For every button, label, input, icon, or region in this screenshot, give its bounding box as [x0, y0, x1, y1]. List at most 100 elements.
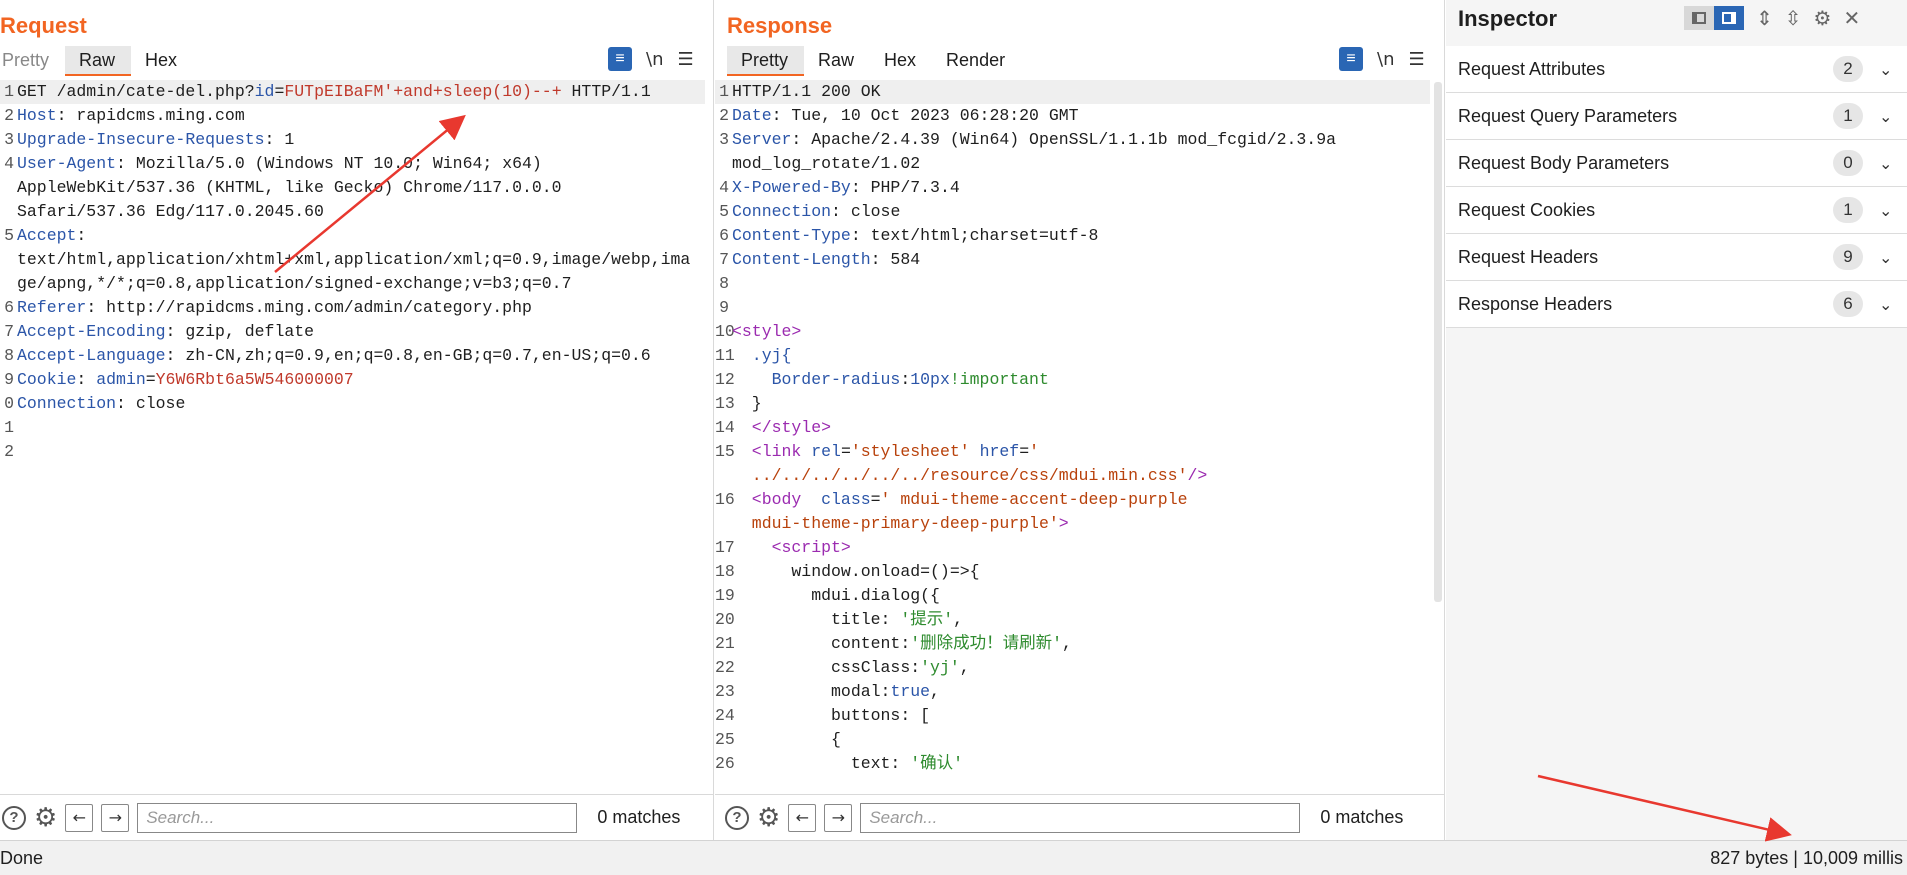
gear-icon[interactable]: ⚙	[34, 805, 57, 831]
tab-hex[interactable]: Hex	[870, 46, 932, 76]
tab-pretty[interactable]: Pretty	[727, 46, 805, 76]
help-icon[interactable]: ?	[2, 805, 26, 830]
code-line: 14 </style>	[715, 416, 1430, 440]
line-content: GET /admin/cate-del.php?id=FUTpEIBaFM'+a…	[17, 80, 705, 104]
response-scrollbar[interactable]	[1434, 82, 1442, 602]
forward-icon[interactable]: →	[101, 803, 130, 832]
code-token: Date	[732, 106, 772, 125]
inspector-section[interactable]: Response Headers 6 ⌄	[1446, 281, 1907, 328]
inspector-layout-left-icon[interactable]	[1684, 6, 1714, 30]
expand-all-icon[interactable]: ⇕	[1756, 6, 1773, 30]
inspector-section[interactable]: Request Headers 9 ⌄	[1446, 234, 1907, 281]
chevron-down-icon[interactable]: ⌄	[1879, 201, 1899, 220]
chevron-down-icon[interactable]: ⌄	[1879, 295, 1899, 314]
tab-raw[interactable]: Raw	[65, 46, 132, 76]
menu-icon[interactable]: ☰	[1408, 49, 1424, 70]
settings-icon[interactable]: ⚙	[1814, 6, 1832, 30]
line-number: 18	[715, 562, 735, 581]
code-token: id	[254, 82, 275, 101]
tab-pretty[interactable]: Pretty	[0, 46, 65, 76]
line-number: 7	[719, 250, 729, 269]
back-icon[interactable]: ←	[65, 803, 94, 832]
response-tabs: Pretty Raw Hex Render	[727, 46, 1021, 76]
wrap-icon[interactable]: ≡	[608, 47, 632, 71]
chevron-down-icon[interactable]: ⌄	[1879, 107, 1899, 126]
line-content: Upgrade-Insecure-Requests: 1	[17, 128, 705, 152]
help-icon[interactable]: ?	[725, 805, 749, 830]
code-line: 7 Accept-Encoding: gzip, deflate	[0, 320, 705, 344]
collapse-all-icon[interactable]: ⇳	[1785, 6, 1802, 30]
burp-repeater-window: Request Pretty Raw Hex ≡ \n ☰ 1 GET /admi…	[0, 0, 1907, 875]
inspector-tools: ⇕ ⇳ ⚙ ✕	[1684, 6, 1860, 30]
tab-hex[interactable]: Hex	[131, 46, 193, 76]
inspector-section-count: 0	[1833, 150, 1863, 176]
gear-icon[interactable]: ⚙	[757, 805, 780, 831]
line-number: 21	[715, 634, 735, 653]
code-token: }	[732, 394, 762, 413]
inspector-section-label: Request Cookies	[1458, 199, 1596, 220]
line-content: Date: Tue, 10 Oct 2023 06:28:20 GMT	[732, 104, 1430, 128]
code-line: ../../../../../../resource/css/mdui.min.…	[715, 464, 1430, 488]
code-line: 2	[0, 440, 705, 464]
forward-icon[interactable]: →	[824, 803, 853, 832]
line-number	[715, 152, 729, 176]
chevron-down-icon[interactable]: ⌄	[1879, 60, 1899, 79]
code-token: HTTP/1.1	[561, 82, 651, 101]
response-search-input[interactable]	[860, 802, 1301, 833]
code-token: </style>	[732, 418, 832, 437]
response-search-bar: ? ⚙ ← → 0 matches	[715, 794, 1444, 840]
line-content: Border-radius:10px!important	[732, 368, 1430, 392]
code-token: Accept	[17, 226, 77, 245]
line-number: 6	[4, 298, 14, 317]
code-token: : gzip, deflate	[165, 322, 315, 341]
tab-raw[interactable]: Raw	[804, 46, 870, 76]
chevron-down-icon[interactable]: ⌄	[1879, 248, 1899, 267]
code-token: FUTpEIBaFM'+and+sleep(10)--+	[284, 82, 562, 101]
status-bar: Done 827 bytes | 10,009 millis	[0, 840, 1907, 875]
code-token: mdui-theme-primary-deep-purple'	[732, 514, 1059, 533]
response-editor[interactable]: 1 HTTP/1.1 200 OK 2 Date: Tue, 10 Oct 2023 …	[715, 80, 1430, 794]
inspector-section[interactable]: Request Query Parameters 1 ⌄	[1446, 93, 1907, 140]
request-tabs: Pretty Raw Hex	[0, 46, 193, 76]
code-token: ' mdui-theme-accent-deep-purple	[880, 490, 1188, 509]
code-line: 3 Server: Apache/2.4.39 (Win64) OpenSSL/1…	[715, 128, 1430, 152]
code-token: ge/apng,*/*;q=0.8,application/signed-exc…	[17, 274, 572, 293]
code-line: 8	[715, 272, 1430, 296]
request-search-input[interactable]	[137, 802, 578, 833]
code-token: text:	[732, 754, 911, 773]
code-token: content:	[732, 634, 911, 653]
request-editor[interactable]: 1 GET /admin/cate-del.php?id=FUTpEIBaFM'+…	[0, 80, 705, 794]
code-token: =	[145, 370, 156, 389]
close-icon[interactable]: ✕	[1843, 6, 1860, 30]
inspector-section[interactable]: Request Attributes 2 ⌄	[1446, 46, 1907, 93]
line-content: .yj{	[732, 344, 1430, 368]
line-number: 3	[719, 130, 729, 149]
wrap-icon[interactable]: ≡	[1339, 47, 1363, 71]
inspector-section-count: 1	[1833, 197, 1863, 223]
code-line: 3 Upgrade-Insecure-Requests: 1	[0, 128, 705, 152]
line-number: 2	[719, 106, 729, 125]
inspector-sections: Request Attributes 2 ⌄ Request Query Parame…	[1446, 46, 1907, 328]
inspector-layout-toggle[interactable]	[1684, 6, 1744, 30]
inspector-section[interactable]: Request Body Parameters 0 ⌄	[1446, 140, 1907, 187]
code-line: 7 Content-Length: 584	[715, 248, 1430, 272]
newline-icon[interactable]: \n	[646, 49, 663, 70]
code-token: : 584	[870, 250, 921, 269]
inspector-section[interactable]: Request Cookies 1 ⌄	[1446, 187, 1907, 234]
back-icon[interactable]: ←	[788, 803, 817, 832]
newline-icon[interactable]: \n	[1377, 49, 1394, 70]
tab-render[interactable]: Render	[932, 46, 1021, 76]
menu-icon[interactable]: ☰	[677, 49, 693, 70]
code-line: AppleWebKit/537.36 (KHTML, like Gecko) C…	[0, 176, 705, 200]
status-text: Done	[0, 847, 44, 868]
code-token: Border-radius	[732, 370, 901, 389]
code-token: : PHP/7.3.4	[850, 178, 960, 197]
line-number	[0, 176, 14, 200]
line-content: Content-Length: 584	[732, 248, 1430, 272]
inspector-layout-right-icon[interactable]	[1714, 6, 1744, 30]
code-token: Host	[17, 106, 57, 125]
chevron-down-icon[interactable]: ⌄	[1879, 154, 1899, 173]
code-token: : http://rapidcms.ming.com/admin/categor…	[86, 298, 532, 317]
code-token: title:	[732, 610, 901, 629]
line-content: HTTP/1.1 200 OK	[732, 80, 1430, 104]
